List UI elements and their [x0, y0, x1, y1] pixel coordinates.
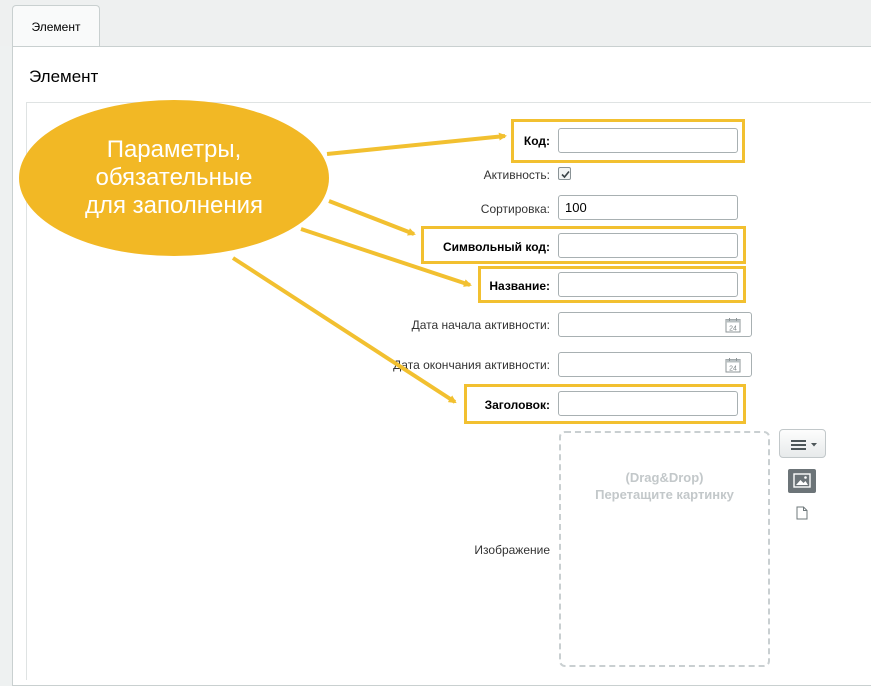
calendar-icon[interactable]: 24 — [725, 357, 741, 373]
image-dropzone[interactable]: (Drag&Drop) Перетащите картинку — [559, 431, 770, 667]
callout-text: Параметры, обязательные для заполнения — [84, 136, 264, 219]
calendar-day: 24 — [729, 326, 737, 333]
tab-bar: Элемент — [0, 0, 871, 47]
sort-input[interactable] — [558, 195, 738, 220]
image-menu-button[interactable] — [779, 429, 826, 458]
image-icon — [793, 473, 811, 488]
name-input[interactable] — [558, 272, 738, 297]
page-title: Элемент — [29, 67, 99, 86]
tab-element[interactable]: Элемент — [12, 5, 100, 47]
image-mode-button[interactable] — [788, 469, 816, 493]
sort-label: Сортировка: — [480, 202, 550, 216]
name-label: Название: — [489, 279, 550, 293]
menu-lines-icon — [791, 440, 817, 450]
file-icon[interactable] — [796, 506, 808, 520]
image-label: Изображение — [474, 543, 550, 557]
dropzone-text: Перетащите картинку — [595, 487, 734, 502]
active-checkbox[interactable] — [558, 167, 571, 180]
active-from-input[interactable] — [558, 312, 752, 337]
checkmark-icon — [561, 170, 570, 179]
code-label: Код: — [523, 134, 550, 148]
calendar-day: 24 — [729, 366, 737, 373]
dropzone-hint: (Drag&Drop) — [625, 470, 704, 485]
active-to-label: Дата окончания активности: — [393, 358, 550, 372]
code-input[interactable] — [558, 128, 738, 153]
heading-label: Заголовок: — [484, 398, 550, 412]
calendar-icon[interactable]: 24 — [725, 317, 741, 333]
heading-input[interactable] — [558, 391, 738, 416]
symbolic-code-input[interactable] — [558, 233, 738, 258]
active-label: Активность: — [483, 168, 550, 182]
chevron-down-icon — [811, 443, 817, 447]
active-from-label: Дата начала активности: — [411, 318, 550, 332]
symbolic-code-label: Символьный код: — [442, 240, 550, 254]
active-to-input[interactable] — [558, 352, 752, 377]
